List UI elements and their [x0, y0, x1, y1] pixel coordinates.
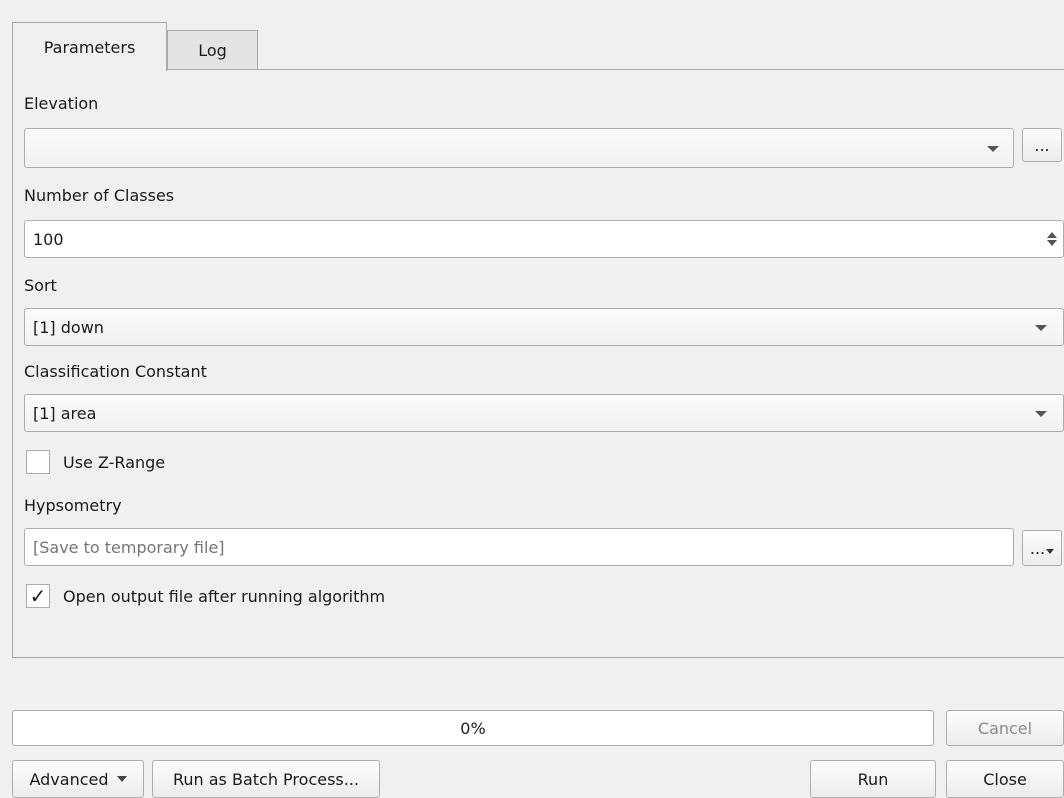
elevation-browse-button[interactable]: ... — [1022, 128, 1062, 162]
run-label: Run — [857, 769, 889, 789]
run-batch-button[interactable]: Run as Batch Process... — [152, 760, 380, 798]
cancel-button[interactable]: Cancel — [946, 710, 1064, 746]
hypsometry-output-field[interactable] — [24, 528, 1014, 566]
close-label: Close — [983, 769, 1027, 789]
run-button[interactable]: Run — [810, 760, 936, 798]
cancel-label: Cancel — [977, 718, 1033, 738]
elevation-label: Elevation — [24, 94, 99, 113]
tab-parameters-label: Parameters — [43, 37, 136, 57]
chevron-down-icon — [1035, 411, 1047, 417]
elevation-combobox[interactable] — [24, 128, 1014, 168]
tab-log[interactable]: Log — [167, 30, 258, 70]
elevation-browse-label: ... — [1034, 135, 1050, 155]
constant-value: [1] area — [33, 403, 97, 423]
sort-label: Sort — [24, 276, 57, 295]
classes-label: Number of Classes — [24, 186, 175, 205]
arrow-down-icon — [1047, 240, 1057, 246]
progress-text: 0% — [460, 718, 486, 738]
sort-value: [1] down — [33, 317, 104, 337]
chevron-down-icon — [1035, 325, 1047, 331]
checkmark-icon: ✓ — [29, 584, 47, 608]
progress-bar: 0% — [12, 710, 934, 746]
classes-value: 100 — [33, 229, 64, 249]
chevron-down-icon — [116, 776, 127, 782]
run-batch-label: Run as Batch Process... — [172, 769, 360, 789]
zrange-label: Use Z-Range — [63, 453, 166, 472]
classes-spinbox[interactable]: 100 — [24, 220, 1064, 258]
close-button[interactable]: Close — [946, 760, 1064, 798]
sort-combobox[interactable]: [1] down — [24, 308, 1064, 346]
advanced-label: Advanced — [29, 769, 109, 789]
zrange-checkbox[interactable] — [26, 450, 50, 474]
hypsometry-browse-button[interactable]: ... — [1022, 530, 1062, 566]
arrow-up-icon — [1047, 232, 1057, 238]
tab-parameters[interactable]: Parameters — [12, 22, 167, 71]
constant-combobox[interactable]: [1] area — [24, 394, 1064, 432]
hypsometry-label: Hypsometry — [24, 496, 122, 515]
tab-log-label: Log — [198, 41, 227, 60]
chevron-down-icon — [987, 146, 999, 152]
spinbox-arrows[interactable] — [1041, 221, 1063, 257]
hypsometry-browse-label: ... — [1029, 538, 1046, 558]
open-output-checkbox[interactable]: ✓ — [26, 584, 50, 608]
constant-label: Classification Constant — [24, 362, 207, 381]
advanced-button[interactable]: Advanced — [12, 760, 144, 798]
dropdown-arrow-icon — [1046, 548, 1055, 554]
open-output-label: Open output file after running algorithm — [63, 587, 386, 606]
